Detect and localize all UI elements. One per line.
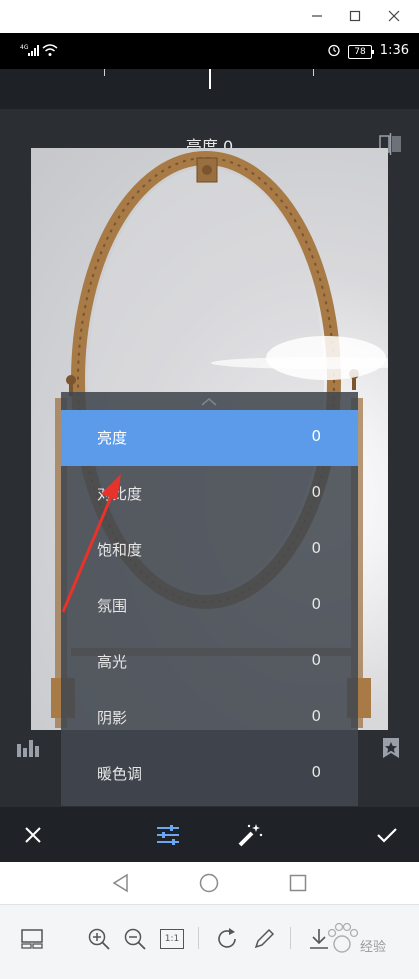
thumbnail-icon	[21, 929, 43, 949]
magic-wand-icon	[238, 824, 263, 847]
toolbar-divider	[290, 927, 291, 949]
actual-size-button[interactable]: 1:1	[158, 925, 186, 953]
annotation-arrow	[61, 474, 121, 613]
menu-item-value: 0	[311, 651, 321, 669]
menu-item-label: 暖色调	[97, 765, 143, 783]
navigation-bar	[0, 862, 419, 904]
pencil-icon	[254, 928, 275, 949]
ruler-tick	[313, 69, 314, 76]
recents-button[interactable]	[286, 872, 310, 894]
menu-item-brightness[interactable]: 亮度 0	[61, 410, 358, 466]
paw-logo-icon	[327, 922, 359, 953]
zoom-out-button[interactable]	[121, 925, 149, 953]
zoom-in-button[interactable]	[85, 925, 113, 953]
menu-handle[interactable]	[61, 392, 358, 410]
apply-button[interactable]	[373, 821, 401, 849]
zoom-out-icon	[124, 928, 146, 950]
adjustment-ruler[interactable]	[0, 69, 419, 109]
toolbar-divider	[198, 927, 199, 949]
actual-size-label: 1:1	[160, 929, 184, 949]
tune-icon	[157, 825, 179, 845]
thumbnail-view-button[interactable]	[18, 925, 46, 953]
rotate-icon	[218, 928, 236, 948]
maximize-button[interactable]	[344, 6, 366, 26]
zoom-in-icon	[88, 928, 110, 950]
cancel-button[interactable]	[19, 821, 47, 849]
editor-toolbar	[0, 807, 419, 862]
star-bookmark-icon	[383, 738, 399, 758]
menu-item-value: 0	[311, 707, 321, 725]
back-button[interactable]	[108, 872, 132, 894]
close-icon	[388, 10, 400, 22]
chevron-up-icon	[201, 398, 217, 406]
close-window-button[interactable]	[383, 6, 405, 26]
signal-icon: 4G	[20, 43, 40, 57]
check-icon	[377, 828, 397, 843]
menu-item-warmth[interactable]: 暖色调 0	[61, 746, 358, 802]
menu-item-label: 阴影	[97, 709, 128, 727]
menu-item-highlights[interactable]: 高光 0	[61, 634, 358, 690]
home-circle-icon	[199, 873, 219, 893]
auto-enhance-button[interactable]	[236, 821, 264, 849]
viewer-toolbar: 1:1 经验	[0, 904, 419, 979]
menu-item-value: 0	[311, 595, 321, 613]
histogram-button[interactable]	[16, 736, 42, 758]
wifi-icon	[42, 43, 58, 57]
menu-item-value: 0	[311, 539, 321, 557]
histogram-icon	[17, 740, 39, 757]
status-bar: 4G 78 1:36	[0, 33, 419, 69]
edit-button[interactable]	[250, 925, 278, 953]
presets-button[interactable]	[381, 737, 401, 759]
ruler-tick	[104, 69, 105, 76]
menu-item-shadows[interactable]: 阴影 0	[61, 690, 358, 746]
back-triangle-icon	[112, 873, 128, 893]
menu-item-value: 0	[311, 483, 321, 501]
minimize-icon	[312, 15, 322, 17]
minimize-button[interactable]	[306, 6, 328, 26]
menu-item-value: 0	[311, 763, 321, 781]
home-button[interactable]	[197, 872, 221, 894]
ruler-indicator	[209, 69, 211, 89]
network-type: 4G	[20, 44, 29, 51]
tune-button[interactable]	[154, 821, 182, 849]
menu-item-label: 亮度	[97, 429, 128, 447]
maximize-icon	[349, 10, 361, 22]
status-time: 1:36	[379, 43, 409, 58]
watermark-text: 经验	[360, 940, 387, 955]
menu-item-value: 0	[311, 427, 321, 445]
window-title-bar	[0, 0, 419, 33]
recents-square-icon	[289, 874, 307, 892]
close-icon	[25, 827, 41, 843]
rotate-button[interactable]	[213, 925, 241, 953]
alarm-icon	[327, 43, 341, 57]
battery-indicator: 78	[348, 45, 374, 59]
menu-item-label: 高光	[97, 653, 128, 671]
